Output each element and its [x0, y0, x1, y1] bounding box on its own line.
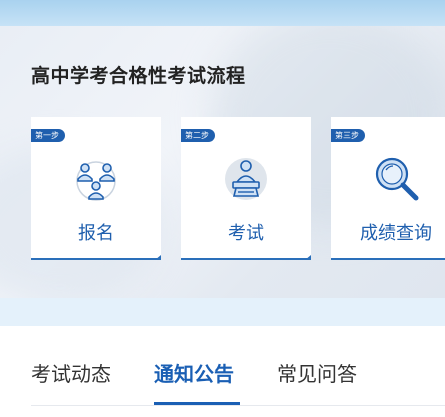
step-card-exam[interactable]: 第二步 考试 [181, 117, 311, 260]
magnifier-icon [375, 157, 419, 201]
tab-notices[interactable]: 通知公告 [154, 358, 234, 387]
step-tag: 第二步 [181, 129, 215, 142]
tab-exam-news[interactable]: 考试动态 [31, 358, 111, 387]
step-tag: 第一步 [31, 129, 65, 142]
step-tag: 第三步 [331, 129, 365, 142]
top-banner-strip [0, 0, 445, 26]
exam-candidate-icon [225, 158, 267, 200]
active-tab-indicator [154, 402, 240, 405]
step-label: 报名 [78, 223, 114, 244]
tabs-divider [31, 405, 445, 406]
step-card-register[interactable]: 第一步 报名 [31, 117, 161, 260]
step-card-score-query[interactable]: 第三步 成绩查询 [331, 117, 445, 260]
people-group-icon [76, 161, 116, 201]
step-label: 成绩查询 [360, 223, 432, 244]
section-separator [0, 298, 445, 326]
section-title: 高中学考合格性考试流程 [31, 65, 246, 87]
tab-faq[interactable]: 常见问答 [277, 358, 357, 387]
exam-process-section: 高中学考合格性考试流程 第一步 报名 第二步 考试 第三步 成绩查询 [0, 26, 445, 298]
step-label: 考试 [228, 223, 264, 244]
news-tabs: 考试动态 通知公告 常见问答 [0, 326, 445, 417]
